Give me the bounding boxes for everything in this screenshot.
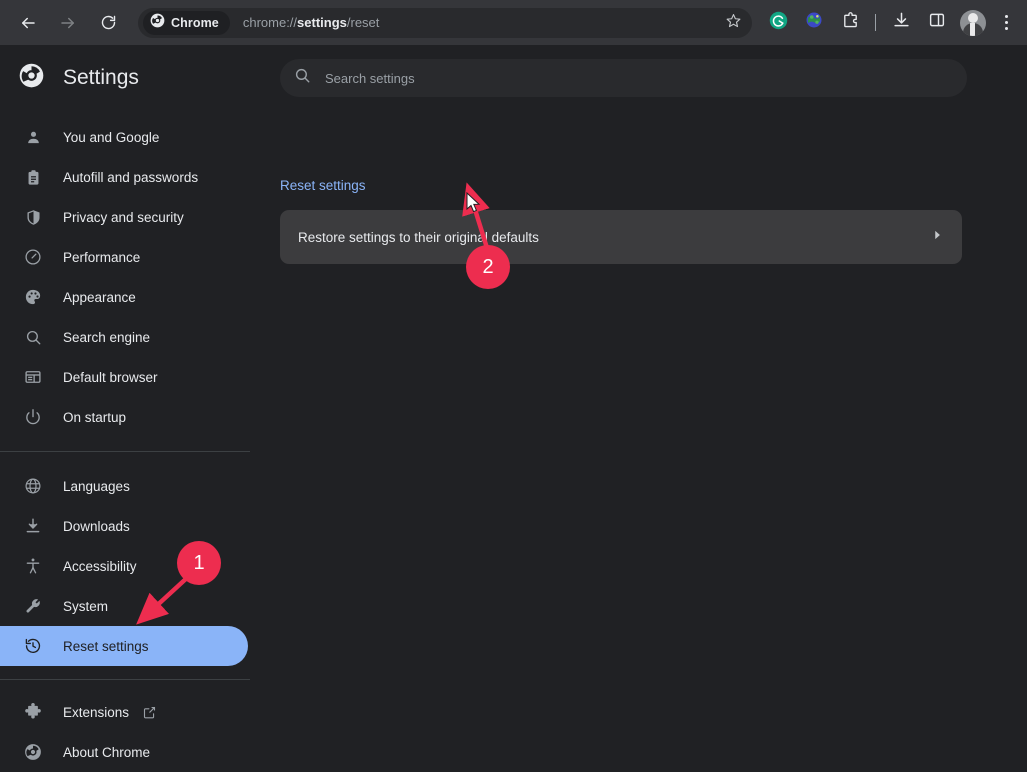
- sidebar-item-label: Appearance: [63, 289, 136, 305]
- sidebar-item-default-browser[interactable]: Default browser: [0, 357, 248, 397]
- sidebar-group-tertiary: Extensions About Chrome: [0, 692, 264, 772]
- sidebar-divider-1: [0, 451, 250, 452]
- sidebar-item-appearance[interactable]: Appearance: [0, 277, 248, 317]
- sidebar-item-system[interactable]: System: [0, 586, 248, 626]
- url-host: settings: [297, 15, 347, 30]
- sidebar-item-label: Performance: [63, 249, 141, 265]
- forward-button[interactable]: [52, 7, 84, 39]
- url-scheme: chrome://: [242, 15, 298, 30]
- sidebar-item-label: Search engine: [63, 329, 151, 345]
- sidebar-item-label: Privacy and security: [63, 209, 184, 225]
- address-bar[interactable]: Chrome chrome://settings/reset: [138, 7, 752, 38]
- sidebar-item-autofill-and-passwords[interactable]: Autofill and passwords: [0, 157, 248, 197]
- chrome-logo-icon: [22, 743, 44, 761]
- sidebar-item-extensions[interactable]: Extensions: [0, 692, 248, 732]
- address-bar-url[interactable]: chrome://settings/reset: [243, 15, 720, 30]
- sidebar-item-label: Accessibility: [63, 558, 137, 574]
- sidebar-item-reset-settings[interactable]: Reset settings: [0, 626, 248, 666]
- chrome-chip-label: Chrome: [171, 15, 219, 30]
- globe-extension-icon: [805, 11, 823, 34]
- toolbar-divider: [875, 14, 876, 31]
- downloads-icon: [892, 11, 911, 35]
- sidebar-item-accessibility[interactable]: Accessibility: [0, 546, 248, 586]
- reload-button[interactable]: [92, 7, 124, 39]
- globe-icon: [22, 477, 44, 495]
- sidebar-group-secondary: Languages Downloads Accessibility System…: [0, 466, 264, 666]
- back-button[interactable]: [12, 7, 44, 39]
- settings-sidebar: Settings You and Google Autofill and pas…: [0, 45, 264, 772]
- sidebar-item-label: Default browser: [63, 369, 158, 385]
- palette-icon: [22, 288, 44, 306]
- section-heading-reset-settings: Reset settings: [280, 178, 366, 193]
- browser-toolbar: Chrome chrome://settings/reset: [0, 0, 1027, 45]
- page-title: Settings: [63, 66, 139, 89]
- avatar-shirt: [970, 22, 975, 36]
- clipboard-icon: [22, 169, 44, 186]
- profile-avatar[interactable]: [960, 9, 986, 36]
- open-in-new-icon[interactable]: [142, 705, 157, 720]
- sidebar-item-about-chrome[interactable]: About Chrome: [0, 732, 248, 772]
- arrow-left-icon: [19, 14, 37, 32]
- side-panel-button[interactable]: [923, 9, 951, 37]
- settings-brand: Settings: [0, 49, 264, 107]
- sidebar-item-languages[interactable]: Languages: [0, 466, 248, 506]
- globe-extension-button[interactable]: [800, 9, 828, 37]
- three-dot-menu-icon[interactable]: [993, 10, 1019, 36]
- browser-window: Chrome chrome://settings/reset Settings …: [0, 0, 1027, 772]
- side-panel-icon: [928, 11, 946, 34]
- settings-main-content: Search settings Reset settings Restore s…: [264, 45, 1027, 772]
- sidebar-item-search-engine[interactable]: Search engine: [0, 317, 248, 357]
- downloads-button[interactable]: [887, 9, 915, 37]
- chrome-logo-icon: [150, 13, 165, 33]
- accessibility-icon: [22, 557, 44, 575]
- sidebar-group-primary: You and Google Autofill and passwords Pr…: [0, 117, 264, 437]
- browser-window-icon: [22, 368, 44, 386]
- chrome-origin-chip[interactable]: Chrome: [143, 10, 230, 35]
- chrome-logo-icon: [18, 62, 45, 94]
- sidebar-item-label: On startup: [63, 409, 127, 425]
- sidebar-divider-2: [0, 679, 250, 680]
- sidebar-item-label: Extensions: [63, 704, 130, 720]
- sidebar-item-you-and-google[interactable]: You and Google: [0, 117, 248, 157]
- speedometer-icon: [22, 248, 44, 266]
- download-icon: [22, 517, 44, 535]
- sidebar-item-label: Downloads: [63, 518, 130, 534]
- sidebar-item-label: System: [63, 598, 109, 614]
- sidebar-item-label: Autofill and passwords: [63, 169, 199, 185]
- sidebar-item-label: You and Google: [63, 129, 160, 145]
- extensions-puzzle-icon: [841, 11, 860, 35]
- sidebar-item-performance[interactable]: Performance: [0, 237, 248, 277]
- restore-defaults-label: Restore settings to their original defau…: [298, 229, 539, 245]
- bookmark-button[interactable]: [720, 10, 746, 36]
- search-input[interactable]: Search settings: [280, 59, 967, 97]
- puzzle-piece-icon: [22, 703, 44, 721]
- history-reset-icon: [22, 637, 44, 655]
- reload-icon: [100, 14, 117, 31]
- restore-defaults-row[interactable]: Restore settings to their original defau…: [280, 210, 962, 264]
- avatar-head: [968, 12, 978, 23]
- arrow-right-icon: [59, 14, 77, 32]
- bookmark-star-icon: [726, 13, 741, 33]
- sidebar-item-label: Reset settings: [63, 638, 149, 654]
- shield-icon: [22, 209, 44, 226]
- sidebar-item-label: About Chrome: [63, 744, 151, 760]
- sidebar-item-on-startup[interactable]: On startup: [0, 397, 248, 437]
- search-placeholder: Search settings: [325, 70, 415, 86]
- chevron-right-icon: [930, 228, 944, 247]
- search-icon: [22, 329, 44, 346]
- url-path: /reset: [346, 15, 380, 30]
- wrench-icon: [22, 597, 44, 615]
- grammarly-extension-icon: [769, 11, 788, 35]
- grammarly-extension-button[interactable]: [764, 9, 792, 37]
- sidebar-item-label: Languages: [63, 478, 130, 494]
- extensions-button[interactable]: [836, 9, 864, 37]
- search-icon: [294, 67, 311, 89]
- power-icon: [22, 408, 44, 426]
- sidebar-item-privacy-and-security[interactable]: Privacy and security: [0, 197, 248, 237]
- sidebar-item-downloads[interactable]: Downloads: [0, 506, 248, 546]
- person-icon: [22, 129, 44, 146]
